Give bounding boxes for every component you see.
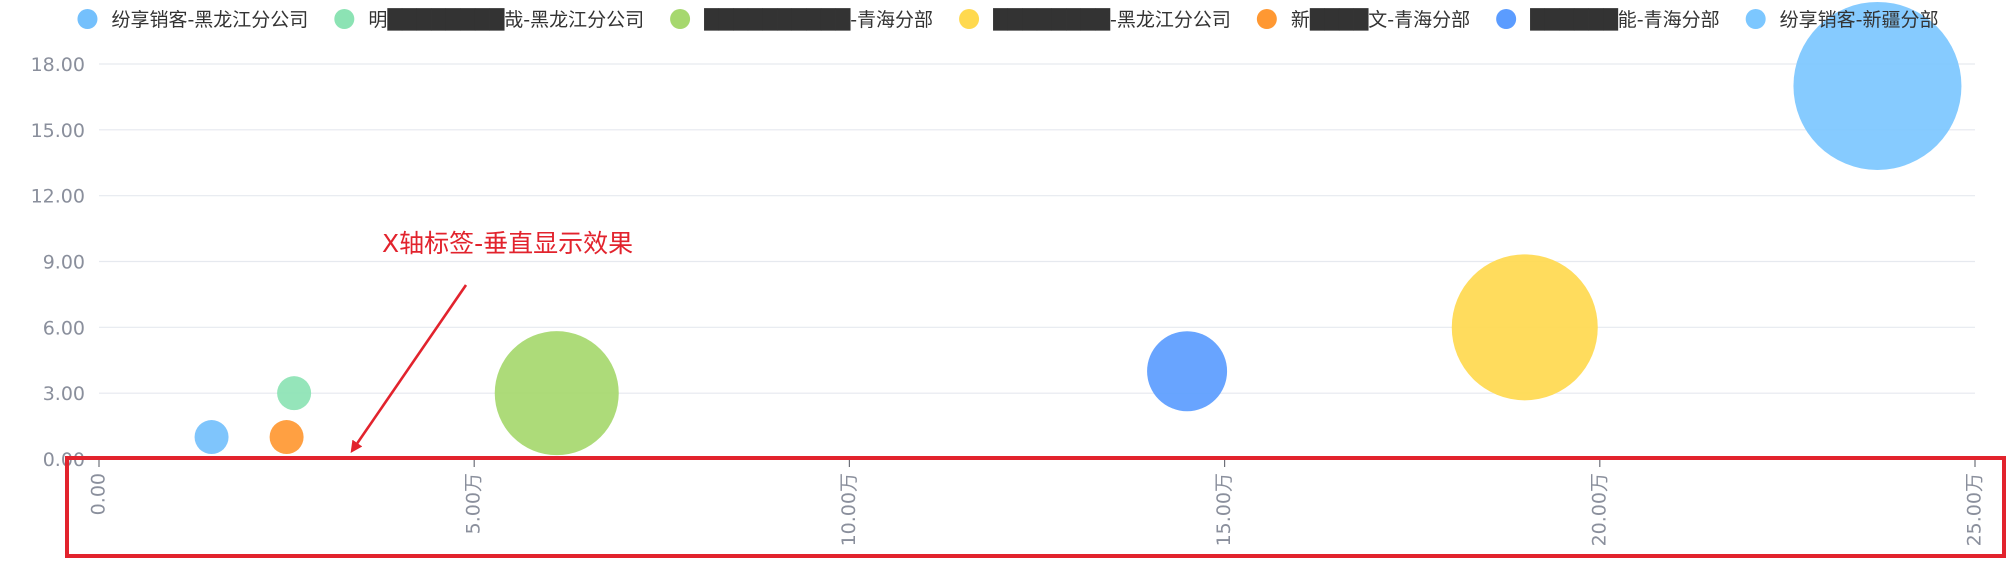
legend-marker (334, 9, 355, 29)
legend-item[interactable]: 明████████哉-黑龙江分公司 (334, 8, 644, 31)
highlight-box (65, 456, 2006, 558)
y-tick-label: 6.00 (43, 317, 85, 339)
legend-item[interactable]: 纷享销客-黑龙江分公司 (77, 9, 308, 31)
legend-marker (1496, 9, 1517, 29)
legend-label: 纷享销客-黑龙江分公司 (111, 9, 308, 31)
y-tick-label: 12.00 (31, 186, 85, 208)
annotation-text: X轴标签-垂直显示效果 (382, 229, 633, 258)
bubble-point[interactable] (1147, 331, 1228, 412)
legend-label: 明████████哉-黑龙江分公司 (368, 8, 644, 31)
annotation-arrow (350, 284, 468, 453)
x-tick-label: 15.00万 (1213, 473, 1235, 546)
bubble-point[interactable] (1451, 254, 1598, 401)
bubble-point[interactable] (269, 420, 304, 455)
x-tick-label: 10.00万 (838, 473, 860, 546)
y-tick-label: 15.00 (31, 120, 85, 142)
x-tick-label: 20.00万 (1588, 473, 1610, 546)
bubble-point[interactable] (194, 420, 229, 455)
legend-item[interactable]: ██████能-青海分部 (1496, 8, 1720, 31)
annotation-layer: X轴标签-垂直显示效果 (65, 229, 2006, 558)
chart-canvas: 0.003.006.009.0012.0015.0018.000.00 5.00万… (31, 1, 2006, 558)
y-tick-label: 18.00 (31, 54, 85, 76)
x-tick-label: 5.00万 (463, 473, 485, 534)
legend-label: ████████-黑龙江分公司 (992, 8, 1231, 31)
legend[interactable]: 纷享销客-黑龙江分公司 明████████哉-黑龙江分公司 ██████████-青… (77, 8, 1939, 31)
legend-marker (1745, 9, 1766, 29)
legend-item[interactable]: 新████文-青海分部 (1256, 8, 1470, 31)
bubble-chart: 0.00 3.00 6.00 9.00 12.00 15.00 18.00 0.00 5.00万… (0, 0, 2016, 578)
legend-marker (959, 9, 980, 29)
legend-marker (1256, 9, 1277, 29)
legend-marker (670, 9, 691, 29)
legend-marker (77, 9, 98, 29)
x-tick-label: 0.00 (88, 473, 110, 515)
x-tick-label: 25.00万 (1964, 473, 1986, 546)
legend-label: ██████████-青海分部 (703, 8, 933, 31)
legend-item[interactable]: 纷享销客-新疆分部 (1745, 9, 1939, 31)
legend-label: 新████文-青海分部 (1291, 8, 1470, 31)
legend-label: ██████能-青海分部 (1529, 8, 1720, 31)
y-tick-label: 9.00 (43, 252, 85, 274)
legend-item[interactable]: ██████████-青海分部 (670, 8, 933, 31)
legend-item[interactable]: ████████-黑龙江分公司 (959, 8, 1231, 31)
bubble-point[interactable] (494, 331, 619, 456)
y-tick-label: 3.00 (43, 383, 85, 405)
grid-layer (99, 63, 1975, 460)
legend-label: 纷享销客-新疆分部 (1780, 9, 1939, 31)
bubble-point[interactable] (277, 376, 312, 411)
axis-layer: 0.003.006.009.0012.0015.0018.000.00 5.00万… (31, 54, 1986, 546)
